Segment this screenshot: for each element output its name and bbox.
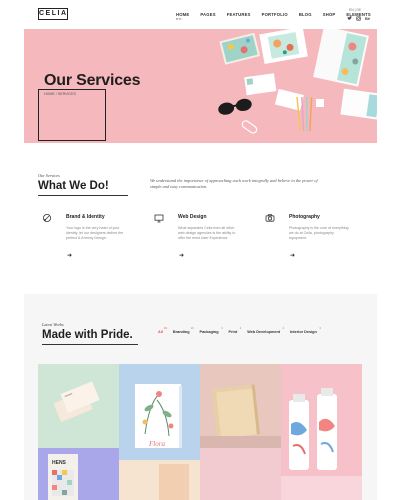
service-title: Photography [289,214,320,220]
svg-text:Bē: Bē [365,16,371,21]
works-eyebrow: Latest Works [42,322,64,327]
filter-interior-design[interactable]: Interior Design 3 [290,327,321,340]
services-intro: We understand the importance of approach… [150,178,318,189]
notebook-image: HENS [48,454,78,500]
service-text: What separates Celia from all other web … [178,226,236,241]
nav-pages[interactable]: PAGES [200,12,215,22]
filter-count: 4 [221,327,223,330]
monitor-icon [154,214,164,223]
filter-count: 2 [239,327,242,330]
filter-packaging[interactable]: Packaging 4 [199,327,223,340]
portfolio-grid: HENS Flora [38,364,362,500]
services-heading-underline [38,195,128,196]
portfolio-item-business-cards[interactable] [38,364,119,448]
filter-label: Interior Design [290,330,317,334]
book-title: Flora [148,440,165,448]
language-switcher[interactable]: EN | DE [349,8,361,12]
filter-count: 19 [163,327,167,330]
site-header: CELIA HOME RTL PAGES FEATURES PORTFOLIO … [0,0,400,28]
cosmetic-tubes-image [281,388,362,500]
filter-web-development[interactable]: Web Development 4 [247,327,284,340]
filter-count: 4 [282,327,285,330]
floral-book-image: Flora [119,384,200,500]
nav-home-sublabel: RTL [176,17,183,21]
instagram-icon[interactable] [356,16,361,22]
social-links: Bē [347,16,375,22]
works-heading: Made with Pride. [42,329,133,341]
hero-title-frame [38,89,106,141]
page-title: Our Services [44,72,141,89]
nav-portfolio[interactable]: PORTFOLIO [262,12,288,22]
nav-home[interactable]: HOME RTL [176,12,189,22]
nav-features[interactable]: FEATURES [227,12,251,22]
filter-label: Packaging [199,330,219,334]
services-heading: What We Do! [38,180,109,192]
nav-shop[interactable]: SHOP [323,12,336,22]
nav-blog[interactable]: BLOG [299,12,312,22]
filter-branding[interactable]: Branding 10 [172,327,194,340]
filter-count: 10 [190,327,194,330]
filter-count: 3 [319,327,321,330]
site-logo[interactable]: CELIA [38,8,68,20]
business-cards-image [53,381,100,423]
arrow-right-icon[interactable]: ➜ [290,253,295,259]
portfolio-item-beige-notebook[interactable] [200,364,281,448]
arrow-right-icon[interactable]: ➜ [67,253,72,259]
service-text: Your logo is the very heart of your iden… [66,226,124,241]
filter-label: Branding [172,330,190,334]
filter-all[interactable]: All 19 [158,327,167,340]
portfolio-item-notebook[interactable]: HENS [38,448,119,500]
arrow-right-icon[interactable]: ➜ [179,253,184,259]
breadcrumb[interactable]: HOME / SERVICES [44,92,76,96]
brush-icon [43,214,51,222]
service-text: Photography is the core of everything we… [289,226,349,241]
filter-label: All [158,330,163,334]
portfolio-item-pink-print[interactable] [200,448,281,500]
stationery-mockup-image [218,29,377,134]
behance-icon[interactable]: Bē [365,16,371,22]
beige-notebook-image [200,384,281,448]
camera-icon [265,214,275,222]
services-eyebrow: Our Services [38,173,60,178]
works-heading-underline [42,344,138,345]
filter-print[interactable]: Print 2 [228,327,242,340]
portfolio-filters: All 19 Branding 10 Packaging 4 Print 2 W… [158,327,327,340]
service-title: Brand & Identity [66,214,105,220]
filter-label: Print [228,330,238,334]
filter-label: Web Development [247,330,281,334]
twitter-icon[interactable] [347,16,352,22]
notebook-label: HENS [52,460,67,466]
portfolio-item-floral-book[interactable]: Flora [119,364,200,500]
portfolio-item-cosmetic-tubes[interactable] [281,364,362,500]
service-title: Web Design [178,214,207,220]
